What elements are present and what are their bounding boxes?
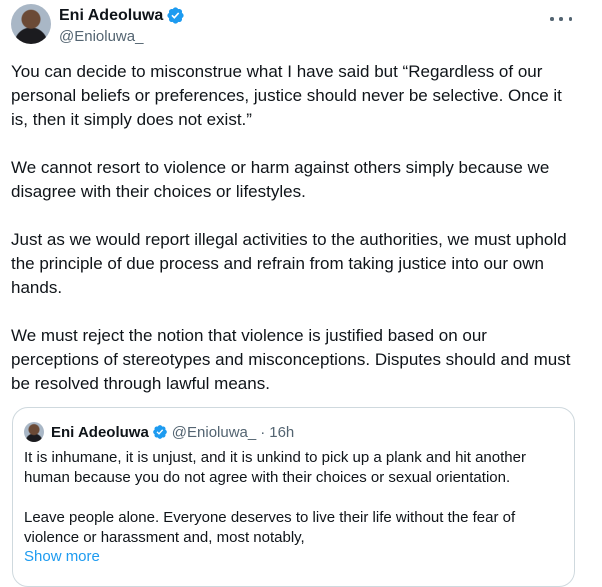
- avatar: [24, 422, 44, 442]
- more-options-button[interactable]: [550, 10, 572, 28]
- separator: ·: [260, 423, 266, 441]
- quoted-display-name: Eni Adeoluwa: [51, 423, 149, 441]
- author-handle[interactable]: @Enioluwa_: [59, 28, 143, 45]
- tweet-header: Eni Adeoluwa @Enioluwa_: [11, 4, 602, 48]
- verified-badge-icon: [152, 425, 167, 439]
- quoted-paragraph: It is inhumane, it is unjust, and it is …: [24, 449, 526, 486]
- quoted-timestamp: 16h: [269, 423, 295, 441]
- tweet-paragraph: We cannot resort to violence or harm aga…: [11, 158, 550, 201]
- quoted-handle: @Enioluwa_: [171, 423, 257, 441]
- tweet-paragraph: Just as we would report illegal activiti…: [11, 230, 567, 297]
- tweet-paragraph: You can decide to misconstrue what I hav…: [11, 62, 562, 129]
- display-name[interactable]: Eni Adeoluwa: [59, 7, 163, 25]
- quoted-tweet-body: It is inhumane, it is unjust, and it is …: [24, 448, 564, 568]
- show-more-link[interactable]: Show more: [24, 548, 100, 565]
- author-name-row[interactable]: Eni Adeoluwa: [59, 6, 185, 25]
- quoted-tweet-header: Eni Adeoluwa @Enioluwa_ · 16h: [24, 422, 294, 442]
- quoted-tweet[interactable]: Eni Adeoluwa @Enioluwa_ · 16h It is inhu…: [12, 407, 575, 587]
- tweet-paragraph: We must reject the notion that violence …: [11, 326, 571, 393]
- tweet-body: You can decide to misconstrue what I hav…: [11, 60, 571, 420]
- quoted-paragraph: Leave people alone. Everyone deserves to…: [24, 509, 516, 546]
- more-horizontal-icon: [550, 17, 554, 21]
- verified-badge-icon: [167, 7, 184, 24]
- avatar[interactable]: [11, 4, 51, 44]
